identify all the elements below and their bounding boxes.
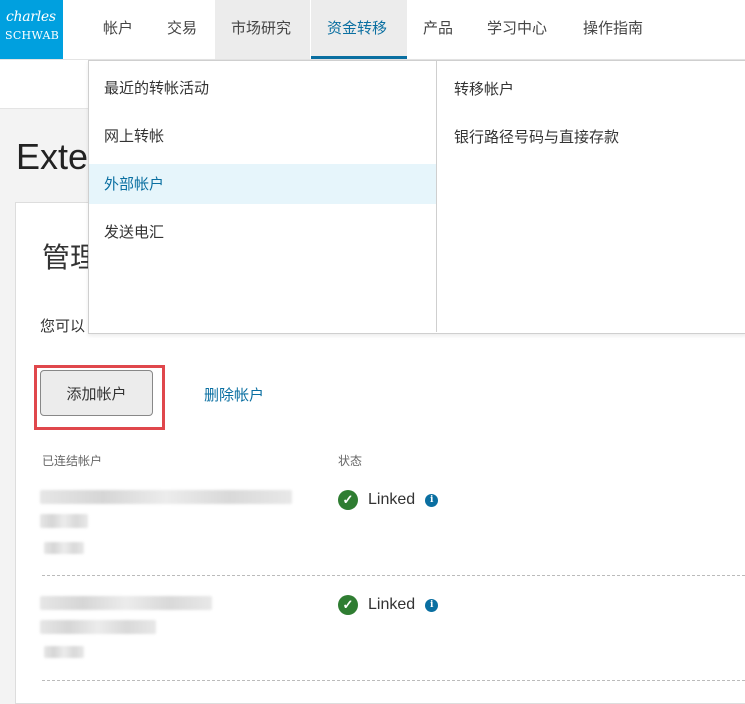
schwab-logo[interactable]: charles SCHWAB	[0, 0, 63, 59]
menu-recent-transfers[interactable]: 最近的转帐活动	[89, 68, 436, 108]
account-number-redacted	[44, 646, 84, 658]
status-text: Linked	[368, 491, 416, 508]
dropdown-divider	[436, 60, 437, 332]
menu-routing-direct-deposit[interactable]: 银行路径号码与直接存款	[454, 126, 619, 147]
linked-accounts-header: 已连结帐户	[42, 454, 103, 468]
nav-guide[interactable]: 操作指南	[583, 0, 643, 59]
nav-trade[interactable]: 交易	[167, 0, 197, 59]
menu-external-accounts[interactable]: 外部帐户	[89, 164, 436, 204]
row-divider	[42, 680, 745, 681]
top-nav-bar: charles SCHWAB 帐户 交易 市场研究 资金转移 产品 学习中心 操…	[0, 0, 745, 60]
account-type-redacted	[40, 620, 156, 634]
status-header: 状态	[338, 454, 363, 468]
nav-products[interactable]: 产品	[423, 0, 453, 59]
nav-move-money[interactable]: 资金转移	[311, 0, 407, 59]
info-icon[interactable]: i	[425, 598, 439, 612]
logo-line2: SCHWAB	[5, 29, 60, 42]
check-circle-icon: ✓	[338, 490, 358, 510]
account-name-redacted	[40, 490, 292, 504]
account-type-redacted	[40, 514, 88, 528]
menu-send-wire[interactable]: 发送电汇	[89, 212, 436, 252]
info-icon[interactable]: i	[425, 493, 439, 507]
status-linked: ✓ Linked i	[338, 594, 439, 616]
nav-learning[interactable]: 学习中心	[487, 0, 547, 59]
nav-accounts[interactable]: 帐户	[103, 0, 133, 59]
menu-online-transfer[interactable]: 网上转帐	[89, 116, 436, 156]
account-number-redacted	[44, 542, 84, 554]
status-linked: ✓ Linked i	[338, 489, 439, 511]
row-divider	[42, 575, 745, 576]
card-description: 您可以	[40, 317, 86, 335]
logo-line1: charles	[6, 9, 56, 25]
check-circle-icon: ✓	[338, 595, 358, 615]
remove-account-link[interactable]: 删除帐户	[204, 384, 264, 405]
account-name-redacted	[40, 596, 212, 610]
nav-research[interactable]: 市场研究	[215, 0, 310, 59]
menu-transfer-account[interactable]: 转移帐户	[454, 78, 514, 99]
status-text: Linked	[368, 596, 416, 613]
add-account-button[interactable]: 添加帐户	[40, 370, 153, 416]
